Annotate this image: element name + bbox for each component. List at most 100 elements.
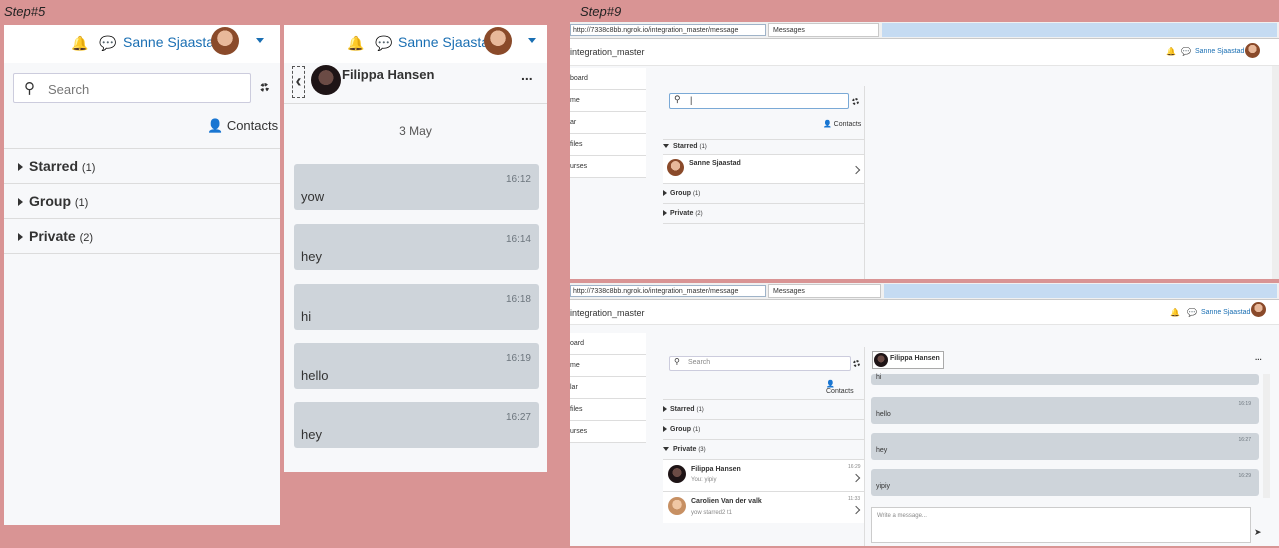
nav-item[interactable]: me xyxy=(570,90,646,112)
section-starred[interactable]: Starred (1) xyxy=(663,139,864,154)
browser-tab[interactable]: Messages xyxy=(768,23,879,37)
nav-item[interactable]: ar xyxy=(570,112,646,134)
chat-scrollbar[interactable] xyxy=(1263,374,1270,498)
contact-row[interactable]: Sanne Sjaastad xyxy=(663,154,864,183)
user-avatar[interactable] xyxy=(484,27,512,55)
section-count: (1) xyxy=(696,407,704,413)
message-time: 16:12 xyxy=(505,174,531,185)
search-placeholder: Search xyxy=(48,82,90,97)
nav-item[interactable]: files xyxy=(570,399,646,421)
address-bar[interactable]: http://7338c8bb.ngrok.io/integration_mas… xyxy=(570,285,766,297)
bell-icon[interactable]: 🔔 xyxy=(71,35,88,52)
section-starred[interactable]: Starred (1) xyxy=(663,399,864,419)
user-name[interactable]: Sanne Sjaastad xyxy=(398,34,497,50)
message-text: hey xyxy=(301,427,322,442)
address-bar[interactable]: http://7338c8bb.ngrok.io/integration_mas… xyxy=(570,24,766,36)
nav-item[interactable]: me xyxy=(570,355,646,377)
section-group[interactable]: Group (1) xyxy=(663,419,864,439)
user-name[interactable]: Sanne Sjaastad xyxy=(1201,309,1250,316)
message-time: 16:27 xyxy=(1238,437,1251,443)
settings-gear-icon[interactable] xyxy=(852,98,859,105)
nav-item[interactable]: board xyxy=(570,68,646,90)
chevron-right-icon xyxy=(851,505,861,515)
message-text: hi xyxy=(301,309,312,324)
chat-icon[interactable]: 💬 xyxy=(99,35,116,52)
section-private[interactable]: Private (2) xyxy=(4,218,280,254)
bell-icon[interactable]: 🔔 xyxy=(1166,47,1176,56)
section-private[interactable]: Private (3) xyxy=(663,439,864,459)
chat-contact-name: Filippa Hansen xyxy=(890,355,940,362)
bell-icon[interactable]: 🔔 xyxy=(1170,308,1180,317)
chat-header-contact[interactable]: Filippa Hansen xyxy=(872,351,944,369)
settings-gear-icon[interactable] xyxy=(853,360,860,367)
browser-tab[interactable]: Messages xyxy=(768,284,881,298)
section-name: Private xyxy=(673,446,697,453)
nav-item[interactable]: files xyxy=(570,134,646,156)
search-icon: ⚲ xyxy=(674,357,680,366)
message-time: 16:19 xyxy=(1238,401,1251,407)
message-text: hello xyxy=(876,411,891,418)
user-name[interactable]: Sanne Sjaastad xyxy=(1195,48,1244,55)
contacts-link-label: Contacts xyxy=(226,118,279,133)
chat-icon[interactable]: 💬 xyxy=(375,35,392,52)
settings-gear-icon[interactable] xyxy=(260,83,269,92)
more-options-icon[interactable]: ... xyxy=(521,67,533,83)
page-title: integration_master xyxy=(570,47,645,57)
section-count: (1) xyxy=(692,427,701,433)
chat-icon[interactable]: 💬 xyxy=(1187,308,1197,317)
person-icon: 👤 xyxy=(826,381,835,388)
contacts-link[interactable]: 👤 Contacts xyxy=(207,118,278,134)
contact-row[interactable]: Filippa Hansen You: yipiy 16:29 xyxy=(663,459,864,491)
chat-icon[interactable]: 💬 xyxy=(1181,47,1191,56)
page-header: integration_master 🔔 💬 Sanne Sjaastad xyxy=(570,300,1279,325)
section-count: (1) xyxy=(699,144,707,150)
nav-item[interactable]: oard xyxy=(570,333,646,355)
message-bubble: 16:27 hey xyxy=(871,433,1259,460)
search-input[interactable]: ⚲ Search xyxy=(669,356,851,371)
search-icon: ⚲ xyxy=(674,94,681,104)
contacts-link[interactable]: 👤 Contacts xyxy=(826,380,864,395)
tab-title: Messages xyxy=(773,27,805,34)
contacts-link[interactable]: 👤 Contacts xyxy=(823,120,861,128)
page-body: oard me lar files urses ⚲ Search 👤 Conta… xyxy=(570,325,1279,546)
send-icon[interactable]: ➤ xyxy=(1254,527,1262,538)
contact-name: Filippa Hansen xyxy=(691,466,741,473)
section-name: Starred xyxy=(29,158,79,174)
section-name: Starred xyxy=(673,143,698,150)
browser-toolbar: http://7338c8bb.ngrok.io/integration_mas… xyxy=(570,22,1279,39)
scrollbar[interactable] xyxy=(1272,66,1279,279)
contacts-link-label: Contacts xyxy=(826,388,854,395)
section-group[interactable]: Group (1) xyxy=(663,183,864,203)
section-count: (1) xyxy=(81,162,96,174)
search-placeholder: Search xyxy=(688,359,711,366)
user-menu-caret-icon[interactable] xyxy=(528,38,536,43)
user-name[interactable]: Sanne Sjaastad xyxy=(123,34,222,50)
search-input[interactable]: ⚲ Search xyxy=(13,73,251,103)
contact-preview: yow starred2 t1 xyxy=(691,510,733,516)
person-icon: 👤 xyxy=(823,121,832,128)
section-group[interactable]: Group (1) xyxy=(4,183,280,218)
page-header: integration_master 🔔 💬 Sanne Sjaastad xyxy=(570,39,1279,66)
browser-window-top: http://7338c8bb.ngrok.io/integration_mas… xyxy=(570,22,1279,279)
user-avatar[interactable] xyxy=(211,27,239,55)
contact-preview: You: yipiy xyxy=(691,477,717,483)
contact-row[interactable]: Carolien Van der valk yow starred2 t1 11… xyxy=(663,491,864,523)
section-starred[interactable]: Starred (1) xyxy=(4,148,280,183)
search-input[interactable]: ⚲ | xyxy=(669,93,849,109)
contact-avatar xyxy=(668,465,686,483)
caret-down-icon xyxy=(663,144,669,149)
back-arrow-icon[interactable]: ‹ xyxy=(292,66,305,98)
contact-avatar xyxy=(668,497,686,515)
nav-item[interactable]: urses xyxy=(570,156,646,178)
caret-right-icon xyxy=(663,426,667,433)
section-name: Private xyxy=(29,228,76,244)
message-bubble: 16:14 hey xyxy=(294,224,539,270)
caret-right-icon xyxy=(18,163,23,172)
message-compose-input[interactable]: Write a message... xyxy=(871,507,1251,543)
user-menu-caret-icon[interactable] xyxy=(256,38,264,43)
section-private[interactable]: Private (2) xyxy=(663,203,864,224)
more-options-icon[interactable]: ... xyxy=(1255,353,1262,362)
nav-item[interactable]: urses xyxy=(570,421,646,443)
nav-item[interactable]: lar xyxy=(570,377,646,399)
bell-icon[interactable]: 🔔 xyxy=(347,35,364,52)
